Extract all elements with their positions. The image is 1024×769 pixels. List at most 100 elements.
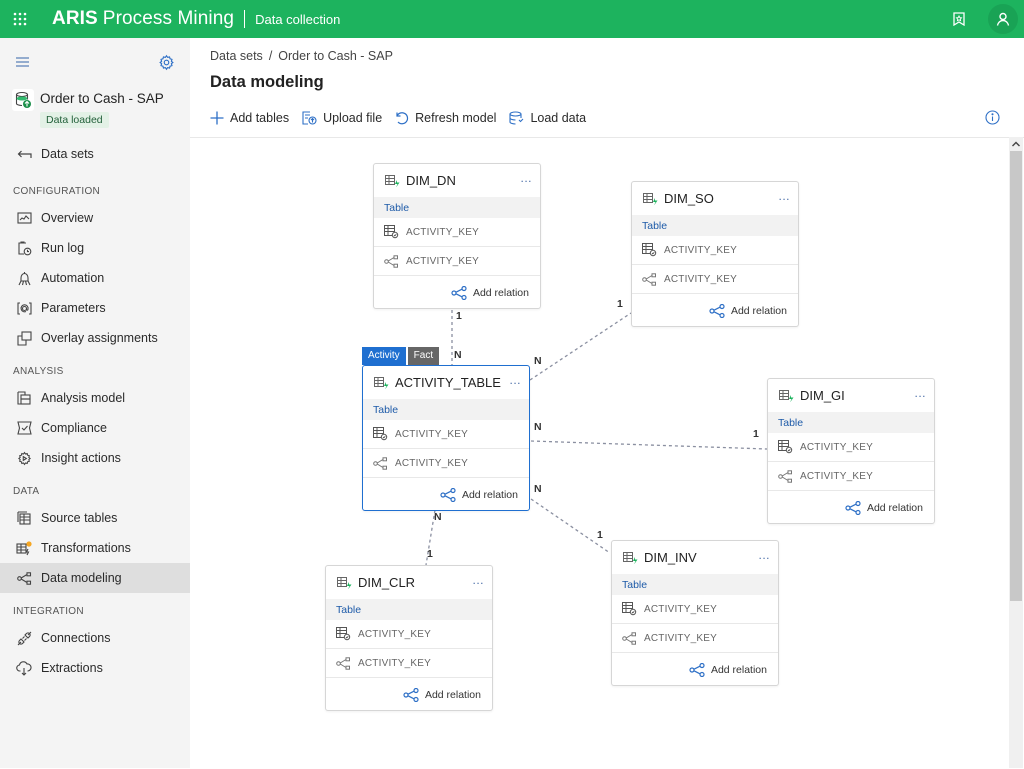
activity-tag: Activity	[362, 347, 406, 365]
scrollbar-thumb[interactable]	[1010, 151, 1022, 601]
key-field-icon	[336, 627, 351, 641]
cardinality-label: N	[434, 511, 442, 523]
field-name: ACTIVITY_KEY	[406, 255, 479, 267]
more-options-button[interactable]: ...	[778, 189, 790, 203]
info-button[interactable]	[985, 110, 1000, 130]
cardinality-label: N	[534, 483, 542, 495]
add-relation-button[interactable]: Add relation	[374, 276, 540, 309]
upload-file-button[interactable]: Upload file	[302, 111, 382, 125]
field-row[interactable]: ACTIVITY_KEY	[612, 595, 778, 624]
relation-edge[interactable]	[530, 498, 611, 554]
sidebar-item-data-modeling[interactable]: Data modeling	[0, 563, 190, 593]
more-options-button[interactable]: ...	[520, 171, 532, 185]
table-name: DIM_CLR	[358, 575, 416, 590]
key-field-icon	[373, 427, 388, 441]
table-name: DIM_DN	[406, 173, 456, 188]
transformations-icon	[16, 540, 32, 556]
add-relation-button[interactable]: Add relation	[632, 294, 798, 327]
more-options-button[interactable]: ...	[509, 373, 521, 387]
module-name: Data collection	[255, 11, 341, 27]
sidebar-item-compliance[interactable]: Compliance	[0, 413, 190, 443]
sidebar-item-analysis-model[interactable]: Analysis model	[0, 383, 190, 413]
sidebar-item-overview[interactable]: Overview	[0, 203, 190, 233]
user-menu-button[interactable]	[988, 4, 1018, 34]
field-row[interactable]: ACTIVITY_KEY	[632, 236, 798, 265]
breadcrumb-current[interactable]: Order to Cash - SAP	[278, 49, 393, 63]
relation-field-icon	[336, 656, 350, 670]
sidebar-item-overlay-assignments[interactable]: Overlay assignments	[0, 323, 190, 353]
table-name: DIM_INV	[644, 550, 697, 565]
table-card-dim-inv[interactable]: DIM_INV ... Table ACTIVITY_KEY ACTIVITY_…	[611, 540, 779, 686]
scroll-up-button[interactable]	[1009, 137, 1023, 151]
add-relation-icon	[403, 687, 419, 702]
refresh-icon	[396, 112, 409, 125]
hamburger-menu-icon[interactable]	[14, 55, 32, 69]
field-row[interactable]: ACTIVITY_KEY	[612, 624, 778, 653]
field-row[interactable]: ACTIVITY_KEY	[768, 433, 934, 462]
sidebar-item-label: Source tables	[41, 511, 118, 525]
add-relation-label: Add relation	[461, 488, 518, 501]
sidebar-item-automation[interactable]: Automation	[0, 263, 190, 293]
field-row[interactable]: ACTIVITY_KEY	[363, 449, 529, 478]
field-row[interactable]: ACTIVITY_KEY	[326, 649, 492, 678]
sidebar-item-label: Transformations	[41, 541, 131, 555]
model-canvas[interactable]: 1 N 1 N 1 N 1 N 1 N Activity Fact ACTIVI…	[190, 137, 1024, 768]
sidebar-item-label: Data modeling	[41, 571, 122, 585]
table-card-dim-clr[interactable]: DIM_CLR ... Table ACTIVITY_KEY ACTIVITY_…	[325, 565, 493, 711]
sidebar-item-insight-actions[interactable]: Insight actions	[0, 443, 190, 473]
table-card-activity-table[interactable]: ACTIVITY_TABLE ... Table ACTIVITY_KEY AC…	[362, 365, 530, 511]
field-row[interactable]: ACTIVITY_KEY	[374, 218, 540, 247]
field-row[interactable]: ACTIVITY_KEY	[326, 620, 492, 649]
add-relation-button[interactable]: Add relation	[768, 491, 934, 524]
back-to-data-sets[interactable]: Data sets	[0, 139, 190, 169]
add-relation-button[interactable]: Add relation	[363, 478, 529, 511]
add-relation-icon	[709, 303, 725, 318]
more-options-button[interactable]: ...	[472, 573, 484, 587]
sidebar-item-label: Extractions	[41, 661, 103, 675]
vertical-scrollbar[interactable]	[1009, 137, 1023, 768]
sidebar-item-label: Parameters	[41, 301, 106, 315]
sidebar-item-run-log[interactable]: Run log	[0, 233, 190, 263]
settings-gear-icon[interactable]	[158, 54, 175, 71]
table-card-dim-dn[interactable]: DIM_DN ... Table ACTIVITY_KEY ACTIVITY_K…	[373, 163, 541, 309]
load-data-button[interactable]: Load data	[509, 111, 586, 125]
relation-edge[interactable]	[529, 312, 632, 381]
sidebar-item-label: Overlay assignments	[41, 331, 158, 345]
table-type: Table	[632, 215, 798, 236]
parameters-icon	[16, 300, 32, 316]
brand-bold: ARIS	[52, 8, 98, 29]
header-divider	[244, 10, 246, 28]
relation-field-icon	[622, 631, 636, 645]
sidebar-item-extractions[interactable]: Extractions	[0, 653, 190, 683]
add-tables-label: Add tables	[230, 111, 290, 125]
field-name: ACTIVITY_KEY	[406, 226, 479, 238]
field-row[interactable]: ACTIVITY_KEY	[768, 462, 934, 491]
bookmark-button[interactable]	[942, 2, 976, 36]
field-row[interactable]: ACTIVITY_KEY	[374, 247, 540, 276]
breadcrumb-data-sets[interactable]: Data sets	[210, 49, 263, 63]
add-relation-button[interactable]: Add relation	[326, 678, 492, 711]
add-relation-button[interactable]: Add relation	[612, 653, 778, 686]
field-row[interactable]: ACTIVITY_KEY	[363, 420, 529, 449]
add-tables-button[interactable]: Add tables	[210, 111, 289, 125]
add-relation-icon	[845, 500, 861, 515]
add-relation-label: Add relation	[866, 501, 923, 514]
sidebar-item-parameters[interactable]: Parameters	[0, 293, 190, 323]
sidebar-item-transformations[interactable]: Transformations	[0, 533, 190, 563]
table-card-dim-gi[interactable]: DIM_GI ... Table ACTIVITY_KEY ACTIVITY_K…	[767, 378, 935, 524]
sidebar-item-label: Automation	[41, 271, 105, 285]
breadcrumb: Data sets / Order to Cash - SAP	[210, 49, 393, 63]
sidebar-item-label: Connections	[41, 631, 111, 645]
refresh-model-button[interactable]: Refresh model	[395, 111, 496, 125]
relation-edge[interactable]	[530, 440, 768, 450]
more-options-button[interactable]: ...	[914, 386, 926, 400]
sidebar-item-source-tables[interactable]: Source tables	[0, 503, 190, 533]
sidebar-item-connections[interactable]: Connections	[0, 623, 190, 653]
more-options-button[interactable]: ...	[758, 548, 770, 562]
apps-grid-button[interactable]	[0, 0, 40, 38]
table-card-dim-so[interactable]: DIM_SO ... Table ACTIVITY_KEY ACTIVITY_K…	[631, 181, 799, 327]
field-row[interactable]: ACTIVITY_KEY	[632, 265, 798, 294]
add-relation-label: Add relation	[472, 286, 529, 299]
section-title-analysis: ANALYSIS	[13, 366, 64, 377]
chevron-up-icon	[1012, 141, 1020, 147]
